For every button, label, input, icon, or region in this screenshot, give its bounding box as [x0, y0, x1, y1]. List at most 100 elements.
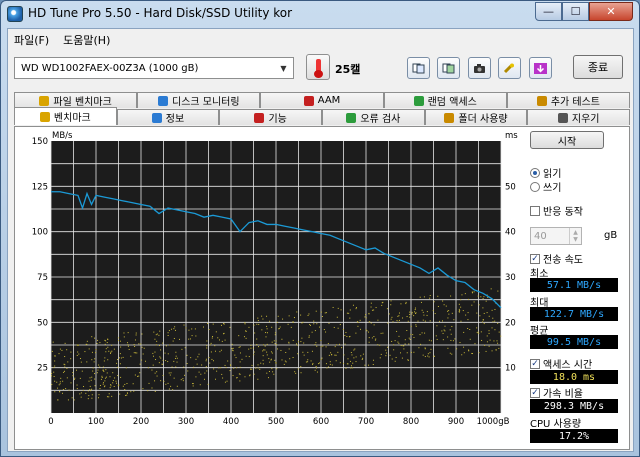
tab-file-benchmark[interactable]: 파일 벤치마크	[14, 92, 138, 108]
tab-info[interactable]: 정보	[116, 109, 220, 125]
access-time-checkbox[interactable]: ✓ 액세스 시간	[530, 356, 592, 371]
access-time-point	[491, 350, 493, 352]
access-time-point	[241, 358, 243, 360]
access-time-point	[111, 344, 113, 346]
access-time-point	[381, 302, 383, 304]
access-time-point	[259, 368, 261, 370]
access-time-point	[198, 371, 200, 373]
access-time-point	[223, 333, 225, 335]
tab-error-scan[interactable]: 오류 검사	[322, 109, 425, 125]
start-button[interactable]: 시작	[530, 131, 604, 149]
access-time-point	[195, 335, 197, 337]
access-time-point	[340, 309, 342, 311]
tab-health[interactable]: 기능	[219, 109, 323, 125]
access-time-point	[135, 334, 137, 336]
access-time-point	[119, 363, 121, 365]
access-time-point	[307, 314, 309, 316]
exit-button[interactable]: 종료	[573, 55, 623, 79]
access-time-point	[445, 305, 447, 307]
options-button[interactable]	[498, 57, 521, 79]
access-time-point	[162, 342, 164, 344]
access-time-point	[250, 347, 252, 349]
tab-folder-usage[interactable]: 폴더 사용량	[424, 109, 528, 125]
tab-benchmark[interactable]: 벤치마크	[14, 107, 117, 125]
access-time-point	[138, 343, 140, 345]
access-time-point	[320, 346, 322, 348]
access-time-point	[441, 320, 443, 322]
access-time-point	[171, 328, 173, 330]
access-time-point	[315, 365, 317, 367]
access-time-point	[64, 342, 66, 344]
access-time-point	[174, 329, 176, 331]
burst-rate-checkbox[interactable]: ✓ 가속 비율	[530, 385, 583, 400]
access-time-point	[370, 306, 372, 308]
tab-aam[interactable]: AAM	[260, 92, 384, 108]
access-time-point	[92, 367, 94, 369]
access-time-point	[229, 326, 231, 328]
access-time-point	[442, 300, 444, 302]
access-time-point	[480, 331, 482, 333]
tab-erase[interactable]: 지우기	[527, 109, 631, 125]
save-button[interactable]	[529, 57, 552, 79]
access-time-point	[424, 320, 426, 322]
access-time-point	[436, 338, 438, 340]
access-time-point	[257, 317, 259, 319]
y-left-tick-label: 25	[37, 364, 48, 374]
access-time-label: 액세스 시간	[543, 360, 593, 371]
access-time-point	[344, 343, 346, 345]
short-stroke-checkbox[interactable]: 반응 동작	[530, 203, 583, 218]
maximize-button[interactable]: ☐	[562, 2, 589, 21]
title-bar[interactable]: HD Tune Pro 5.50 - Hard Disk/SSD Utility…	[1, 1, 639, 27]
read-radio[interactable]: 읽기	[530, 165, 561, 180]
access-time-point	[93, 361, 95, 363]
tab-disk-monitor[interactable]: 디스크 모니터링	[137, 92, 261, 108]
tab-extra-tests[interactable]: 추가 테스트	[506, 92, 631, 108]
thermometer-icon[interactable]	[306, 54, 330, 80]
stepper-arrows-icon[interactable]: ▲ ▼	[569, 228, 581, 244]
access-time-point	[275, 362, 277, 364]
access-time-point	[181, 348, 183, 350]
access-time-point	[412, 334, 414, 336]
access-time-point	[159, 356, 161, 358]
transfer-rate-checkbox[interactable]: ✓ 전송 속도	[530, 251, 583, 266]
chevron-down-icon[interactable]: ▼	[276, 60, 291, 76]
access-time-point	[359, 328, 361, 330]
menu-help[interactable]: 도움말(H)	[63, 32, 110, 48]
access-time-point	[104, 343, 106, 345]
access-time-point	[406, 352, 408, 354]
drive-select[interactable]: WD WD1002FAEX-00Z3A (1000 gB) ▼	[14, 57, 294, 79]
access-time-point	[191, 328, 193, 330]
access-time-point	[80, 392, 82, 394]
access-time-point	[491, 309, 493, 311]
access-time-point	[214, 345, 216, 347]
toolbar: WD WD1002FAEX-00Z3A (1000 gB) ▼ 25캘 종료	[8, 51, 633, 87]
write-radio[interactable]: 쓰기	[530, 179, 561, 194]
access-time-point	[260, 362, 262, 364]
screenshot-button[interactable]	[468, 57, 491, 79]
access-time-point	[443, 329, 445, 331]
access-time-point	[372, 359, 374, 361]
y-right-tick-label: 20	[505, 318, 516, 328]
access-time-point	[366, 330, 368, 332]
close-button[interactable]: ✕	[589, 2, 633, 21]
tab-random-access[interactable]: 랜덤 액세스	[383, 92, 507, 108]
access-time-point	[364, 316, 366, 318]
access-time-point	[310, 360, 312, 362]
access-time-point	[167, 353, 169, 355]
access-time-point	[462, 310, 464, 312]
access-time-point	[346, 312, 348, 314]
access-time-point	[353, 349, 355, 351]
copy-image-button[interactable]	[437, 57, 460, 79]
access-time-point	[112, 372, 114, 374]
menu-file[interactable]: 파일(F)	[14, 32, 49, 48]
access-time-point	[239, 352, 241, 354]
access-time-point	[468, 298, 470, 300]
minimize-button[interactable]: —	[535, 2, 562, 21]
access-time-point	[253, 354, 255, 356]
copy-text-button[interactable]	[407, 57, 430, 79]
access-time-point	[244, 322, 246, 324]
access-time-point	[459, 310, 461, 312]
tab-label: 기능	[268, 114, 287, 125]
access-time-point	[421, 309, 423, 311]
short-stroke-stepper[interactable]: 40 ▲ ▼	[530, 227, 582, 245]
